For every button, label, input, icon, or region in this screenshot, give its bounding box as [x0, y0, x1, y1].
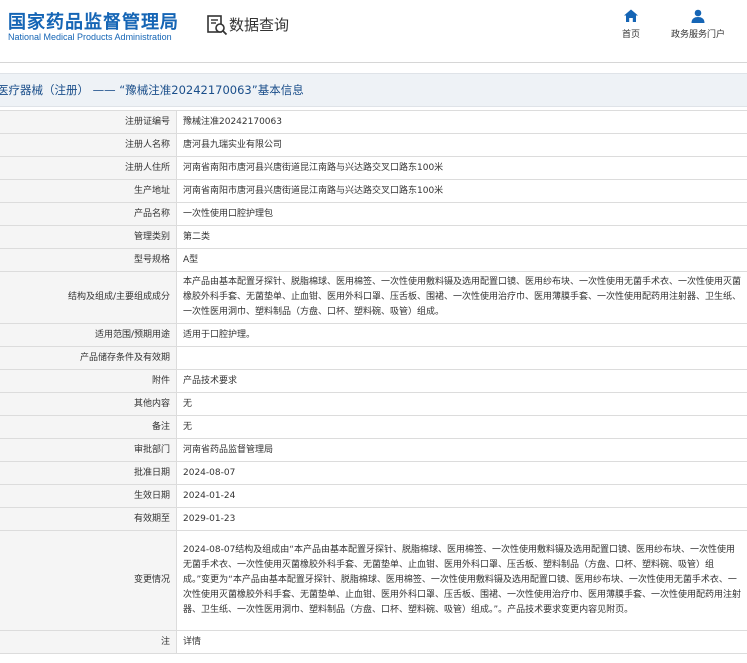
- table-row: 产品储存条件及有效期: [0, 346, 747, 370]
- table-row: 结构及组成/主要组成成分 本产品由基本配置牙探针、脱脂棉球、医用棉签、一次性使用…: [0, 271, 747, 324]
- table-row: 备注 无: [0, 415, 747, 439]
- row-label: 生产地址: [0, 179, 177, 203]
- row-label: 注册人名称: [0, 133, 177, 157]
- row-value: 适用于口腔护理。: [176, 323, 747, 347]
- table-row: 其他内容 无: [0, 392, 747, 416]
- row-value: 河南省南阳市唐河县兴唐街道昆江南路与兴达路交叉口路东100米: [176, 156, 747, 180]
- row-value: 第二类: [176, 225, 747, 249]
- row-value: 2024-08-07结构及组成由“本产品由基本配置牙探针、脱脂棉球、医用棉签、一…: [176, 530, 747, 631]
- user-icon: [691, 9, 705, 23]
- table-row: 有效期至 2029-01-23: [0, 507, 747, 531]
- row-value: 豫械注准20242170063: [176, 110, 747, 134]
- row-label: 注册人住所: [0, 156, 177, 180]
- table-row: 注册人住所 河南省南阳市唐河县兴唐街道昆江南路与兴达路交叉口路东100米: [0, 156, 747, 180]
- data-query-icon: [207, 15, 228, 36]
- table-row: 附件 产品技术要求: [0, 369, 747, 393]
- row-value: 唐河县九瑞实业有限公司: [176, 133, 747, 157]
- table-row: 注 详情: [0, 630, 747, 654]
- table-row: 管理类别 第二类: [0, 225, 747, 249]
- row-label: 有效期至: [0, 507, 177, 531]
- row-value: [176, 346, 747, 370]
- table-row: 产品名称 一次性使用口腔护理包: [0, 202, 747, 226]
- table-row: 注册人名称 唐河县九瑞实业有限公司: [0, 133, 747, 157]
- row-value: 无: [176, 392, 747, 416]
- table-row: 生产地址 河南省南阳市唐河县兴唐街道昆江南路与兴达路交叉口路东100米: [0, 179, 747, 203]
- row-value: 2024-08-07: [176, 461, 747, 485]
- row-label: 适用范围/预期用途: [0, 323, 177, 347]
- header-divider: [0, 62, 747, 63]
- table-row: 适用范围/预期用途 适用于口腔护理。: [0, 323, 747, 347]
- site-header: 国家药品监督管理局 National Medical Products Admi…: [0, 0, 747, 62]
- row-value: 河南省药品监督管理局: [176, 438, 747, 462]
- table-row: 批准日期 2024-08-07: [0, 461, 747, 485]
- record-title-bar: 医疗器械（注册） —— “豫械注准20242170063”基本信息: [0, 73, 747, 107]
- row-value: 无: [176, 415, 747, 439]
- row-label: 附件: [0, 369, 177, 393]
- row-value: 本产品由基本配置牙探针、脱脂棉球、医用棉签、一次性使用敷料镊及选用配置口镜、医用…: [176, 271, 747, 324]
- row-value: 产品技术要求: [176, 369, 747, 393]
- nav-gov-portal-label: 政务服务门户: [670, 30, 725, 40]
- nav-home-label: 首页: [621, 30, 640, 40]
- home-icon: [624, 9, 638, 22]
- nav-gov-portal[interactable]: 政务服务门户: [666, 8, 730, 40]
- row-label: 产品名称: [0, 202, 177, 226]
- table-row: 型号规格 A型: [0, 248, 747, 272]
- row-label: 产品储存条件及有效期: [0, 346, 177, 370]
- row-label: 注册证编号: [0, 110, 177, 134]
- registration-info-table: 注册证编号 豫械注准20242170063 注册人名称 唐河县九瑞实业有限公司 …: [0, 110, 747, 654]
- row-label: 批准日期: [0, 461, 177, 485]
- row-value: 2024-01-24: [176, 484, 747, 508]
- data-query-title: 数据查询: [229, 16, 290, 34]
- nav-home[interactable]: 首页: [613, 8, 649, 40]
- row-label: 审批部门: [0, 438, 177, 462]
- row-value: A型: [176, 248, 747, 272]
- row-value: 一次性使用口腔护理包: [176, 202, 747, 226]
- row-label: 生效日期: [0, 484, 177, 508]
- row-label: 型号规格: [0, 248, 177, 272]
- row-label: 变更情况: [0, 530, 177, 631]
- table-row: 审批部门 河南省药品监督管理局: [0, 438, 747, 462]
- site-logo-en[interactable]: National Medical Products Administration: [8, 32, 172, 42]
- table-row: 变更情况 2024-08-07结构及组成由“本产品由基本配置牙探针、脱脂棉球、医…: [0, 530, 747, 631]
- row-label: 结构及组成/主要组成成分: [0, 271, 177, 324]
- details-link[interactable]: 详情: [176, 630, 747, 654]
- record-title: 医疗器械（注册） —— “豫械注准20242170063”基本信息: [0, 83, 304, 97]
- row-label: 其他内容: [0, 392, 177, 416]
- site-logo-cn[interactable]: 国家药品监督管理局: [8, 8, 179, 34]
- row-label: 备注: [0, 415, 177, 439]
- row-value: 河南省南阳市唐河县兴唐街道昆江南路与兴达路交叉口路东100米: [176, 179, 747, 203]
- row-label: 管理类别: [0, 225, 177, 249]
- table-row: 生效日期 2024-01-24: [0, 484, 747, 508]
- row-label: 注: [0, 630, 177, 654]
- row-value: 2029-01-23: [176, 507, 747, 531]
- table-row: 注册证编号 豫械注准20242170063: [0, 110, 747, 134]
